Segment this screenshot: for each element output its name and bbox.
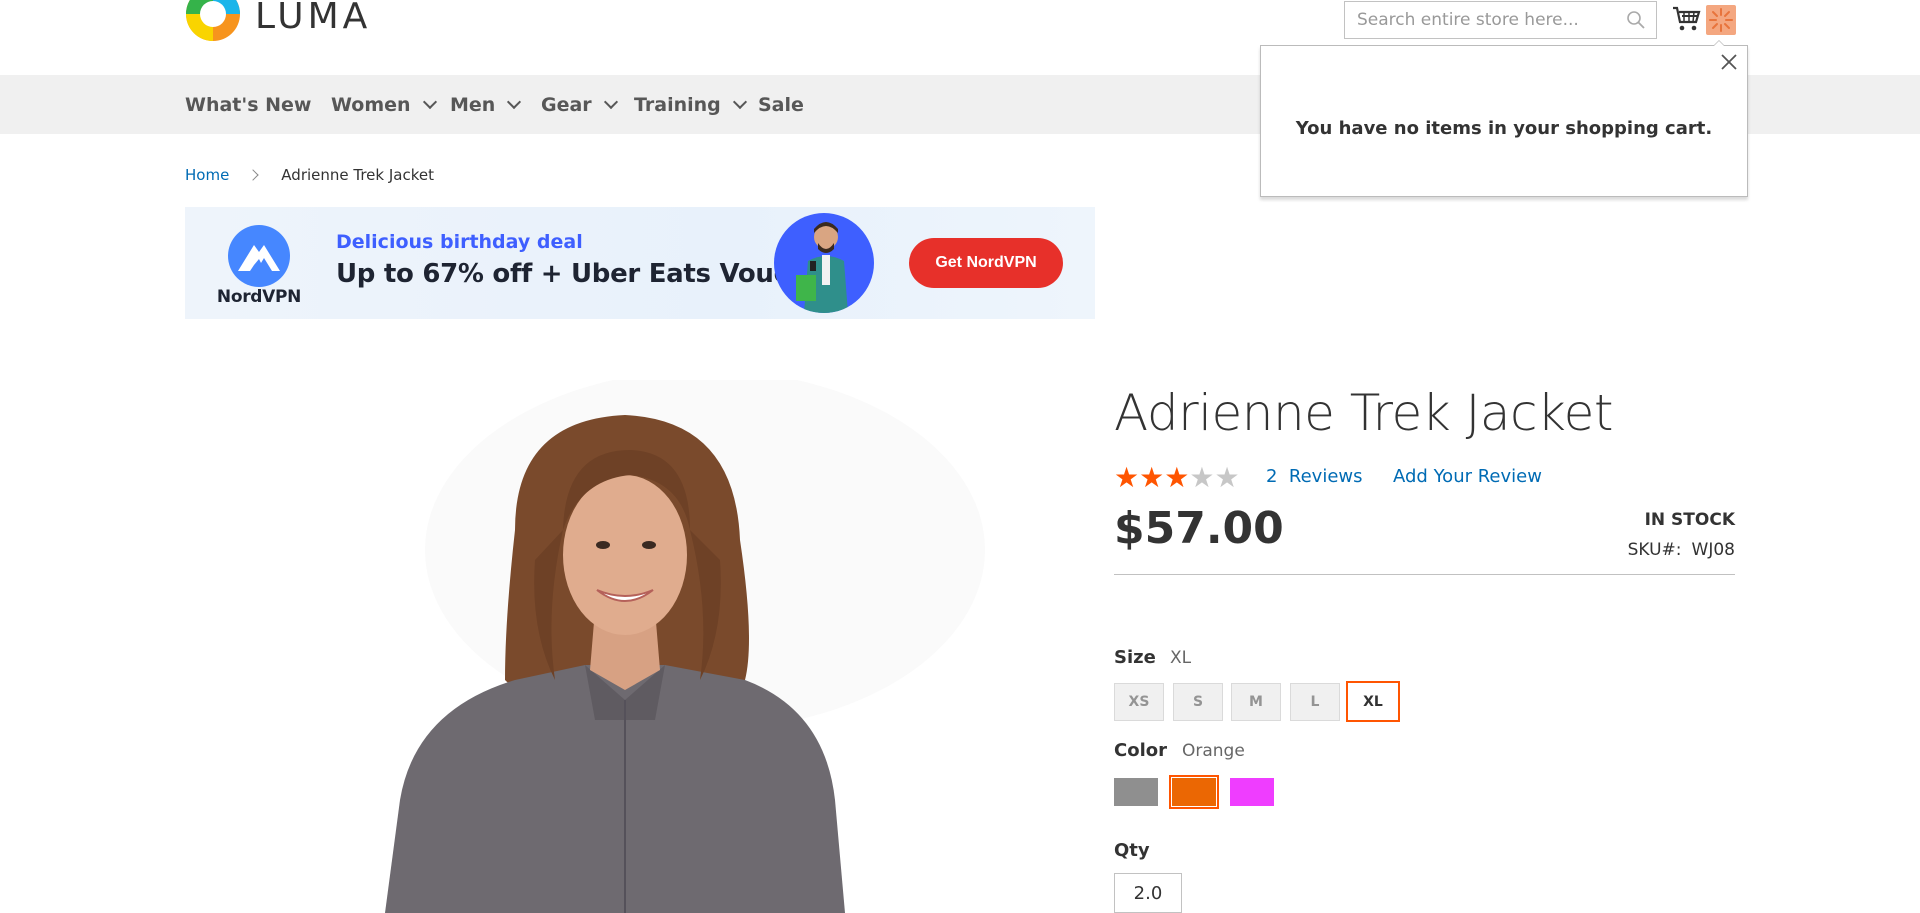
qty-label: Qty [1114,840,1150,861]
nav-item-label: What's New [185,93,312,116]
chevron-right-icon [247,169,259,181]
chevron-down-icon [507,94,522,110]
qty-input[interactable] [1114,873,1182,913]
get-nordvpn-button[interactable]: Get NordVPN [909,238,1063,288]
nordvpn-mountain-icon [228,225,290,287]
nordvpn-brand-text: NordVPN [216,287,302,307]
product-sku: SKU#: WJ08 [1628,540,1735,560]
color-swatch-orange[interactable] [1169,775,1219,809]
divider [1114,574,1735,575]
size-option-m[interactable]: M [1231,683,1281,721]
luma-logo[interactable]: LUMA [185,0,371,42]
luma-logo-icon [185,0,241,42]
size-selected-value: XL [1170,648,1192,668]
product-price: $57.00 [1114,503,1284,554]
breadcrumb-current: Adrienne Trek Jacket [281,166,434,184]
close-icon[interactable] [1719,52,1739,72]
reviews-label: Reviews [1288,466,1363,487]
nav-item-label: Women [331,93,411,116]
size-option-xs[interactable]: XS [1114,683,1164,721]
nav-item-men[interactable]: Men [450,75,522,134]
ad-person-image [774,213,874,313]
nav-item-label: Men [450,93,496,116]
size-option-s[interactable]: S [1173,683,1223,721]
reviews-link[interactable]: 2 Reviews [1266,466,1363,487]
breadcrumb: Home Adrienne Trek Jacket [185,166,434,184]
star-filled-icon: ★ [1139,461,1165,494]
minicart-empty-message: You have no items in your shopping cart. [1295,118,1713,139]
chevron-down-icon [603,94,618,110]
nav-item-label: Sale [758,93,804,116]
search-icon[interactable] [1626,10,1646,30]
color-label: Color [1114,740,1167,761]
nav-item-label: Gear [541,93,592,116]
search-input[interactable] [1345,2,1615,38]
nav-item-gear[interactable]: Gear [541,75,618,134]
product-main-image[interactable] [185,380,1065,913]
chevron-down-icon [422,94,437,110]
size-option-xl[interactable]: XL [1346,681,1400,722]
shopping-cart-icon[interactable] [1672,6,1702,32]
loading-spinner-icon [1706,5,1736,35]
star-filled-icon: ★ [1164,461,1190,494]
size-option-l[interactable]: L [1290,683,1340,721]
breadcrumb-home-link[interactable]: Home [185,166,229,184]
sku-label: SKU#: [1627,540,1682,560]
ad-headline: Up to 67% off + Uber Eats Voucher [336,259,837,289]
minicart-dropdown: You have no items in your shopping cart. [1260,40,1748,197]
sku-value: WJ08 [1691,540,1735,560]
nordvpn-logo: NordVPN [213,225,305,307]
nav-item-women[interactable]: Women [331,75,437,134]
luma-logo-text: LUMA [255,0,372,37]
star-empty-icon: ★ [1189,461,1215,494]
ad-subtitle: Delicious birthday deal [336,231,583,253]
product-title: Adrienne Trek Jacket [1114,384,1613,442]
search-box [1344,1,1657,39]
star-empty-icon: ★ [1214,461,1240,494]
color-swatch-purple[interactable] [1230,778,1274,806]
color-selected-value: Orange [1182,741,1245,761]
nav-item-whats-new[interactable]: What's New [185,75,311,134]
nordvpn-ad-banner[interactable]: NordVPN Delicious birthday deal Up to 67… [185,207,1095,319]
chevron-down-icon [732,94,747,110]
stock-status: IN STOCK [1644,510,1735,530]
color-swatch-gray[interactable] [1114,778,1158,806]
product-rating: ★ ★ ★ ★ ★ [1114,463,1240,493]
star-filled-icon: ★ [1114,461,1140,494]
reviews-count: 2 [1266,466,1278,487]
nav-item-label: Training [634,93,721,116]
add-review-link[interactable]: Add Your Review [1393,466,1542,487]
nav-item-sale[interactable]: Sale [758,75,804,134]
nav-item-training[interactable]: Training [634,75,747,134]
size-label: Size [1114,647,1156,668]
